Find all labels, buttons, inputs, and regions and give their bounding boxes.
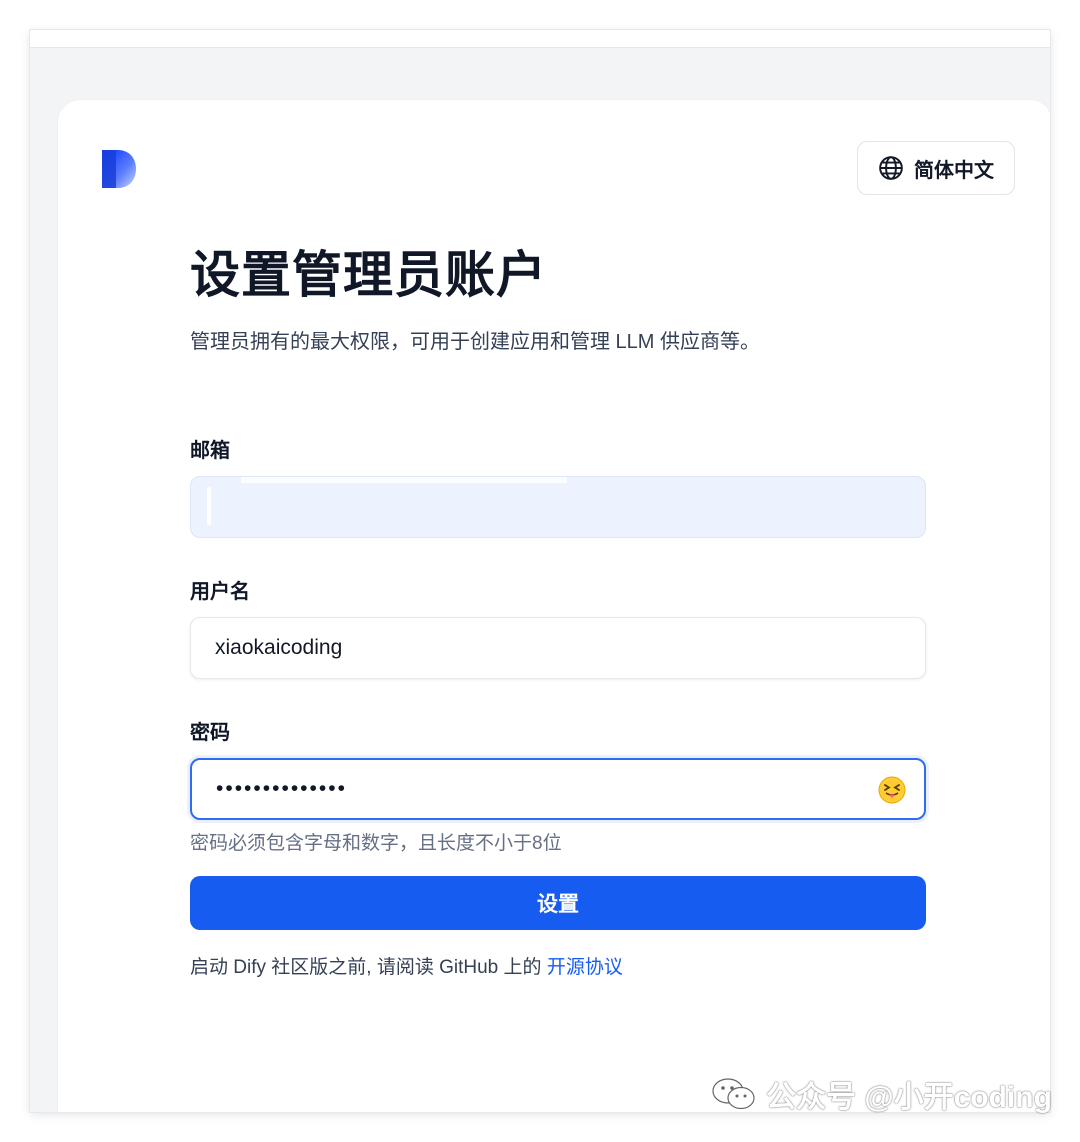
- password-label: 密码: [190, 722, 230, 744]
- dify-logo-icon: [102, 150, 136, 193]
- browser-window: 简体中文 设置管理员账户 管理员拥有的最大权限，可用于创建应用和管理 LLM 供…: [30, 30, 1050, 1112]
- top-divider: [30, 47, 1050, 48]
- open-source-license-link[interactable]: 开源协议: [547, 957, 623, 978]
- username-field[interactable]: xiaokaicoding: [190, 617, 926, 679]
- squinting-face-tongue-icon[interactable]: [878, 776, 906, 804]
- setup-submit-button[interactable]: 设置: [190, 876, 926, 930]
- email-glare: [241, 477, 567, 483]
- license-note-text: 启动 Dify 社区版之前, 请阅读 GitHub 上的: [190, 957, 547, 978]
- username-value: xiaokaicoding: [215, 636, 343, 659]
- password-hint: 密码必须包含字母和数字，且长度不小于8位: [190, 833, 562, 854]
- watermark-text: 公众号 @小开coding: [766, 1081, 1052, 1114]
- language-selector-button[interactable]: 简体中文: [857, 141, 1015, 195]
- top-strip: [30, 30, 1050, 48]
- password-value: ••••••••••••••: [216, 777, 347, 800]
- globe-icon: [879, 156, 903, 180]
- page-subtitle: 管理员拥有的最大权限，可用于创建应用和管理 LLM 供应商等。: [190, 331, 761, 353]
- wechat-icon: [712, 1078, 755, 1110]
- email-field[interactable]: [190, 476, 926, 538]
- username-label: 用户名: [190, 581, 250, 603]
- email-label: 邮箱: [190, 440, 230, 462]
- page-title: 设置管理员账户: [190, 247, 547, 303]
- watermark: 公众号 @小开coding: [712, 1072, 1052, 1116]
- setup-form: 设置管理员账户 管理员拥有的最大权限，可用于创建应用和管理 LLM 供应商等。 …: [190, 240, 926, 978]
- language-label: 简体中文: [914, 159, 994, 182]
- email-caret: [207, 487, 211, 525]
- password-field[interactable]: ••••••••••••••: [190, 758, 926, 820]
- license-note: 启动 Dify 社区版之前, 请阅读 GitHub 上的 开源协议: [190, 952, 623, 979]
